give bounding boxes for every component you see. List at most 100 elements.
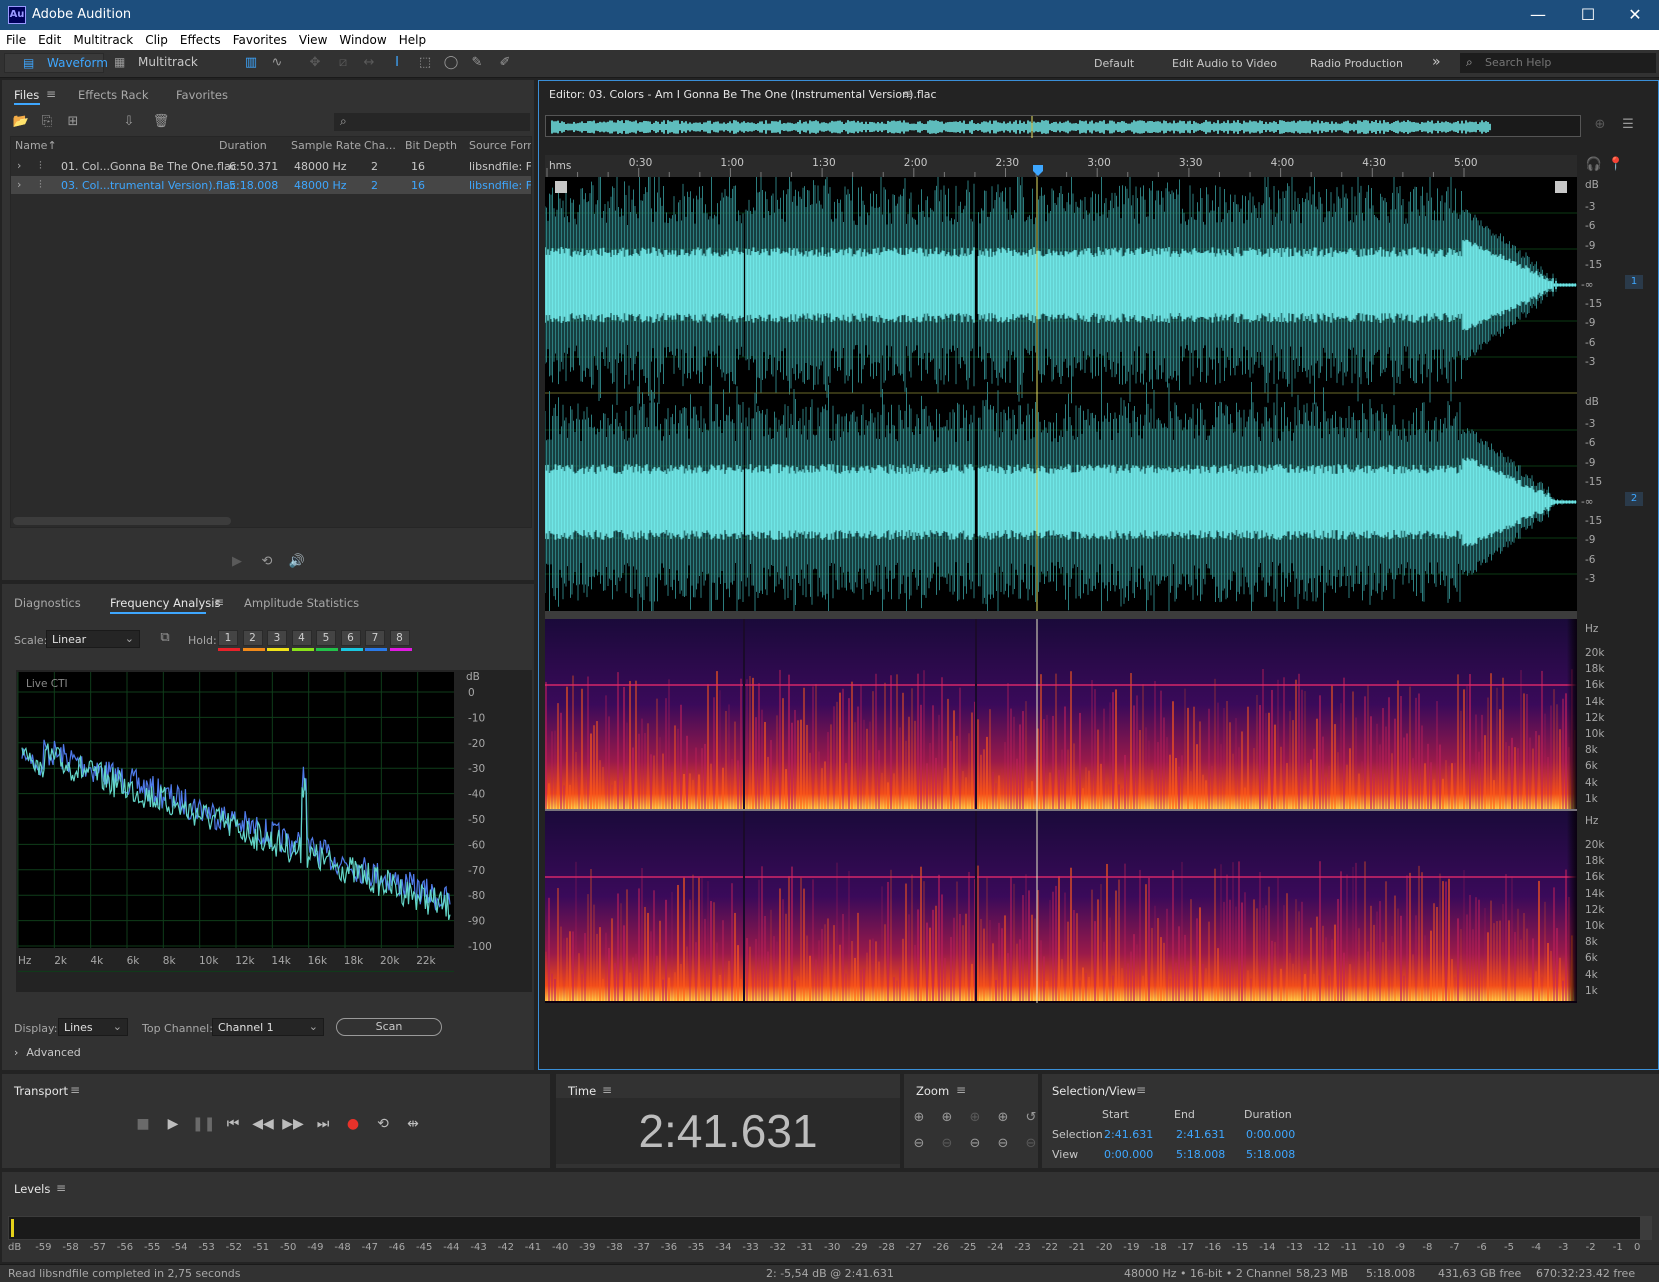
open-file-icon[interactable]: 📂 [12, 114, 30, 130]
pause-button[interactable]: ❚❚ [192, 1114, 215, 1134]
marquee-tool-icon[interactable]: ⬚ [416, 55, 434, 71]
zoom-out-icon[interactable]: ⊖ [938, 1136, 956, 1152]
menu-clip[interactable]: Clip [139, 30, 174, 47]
fast-forward-button[interactable]: ▶▶ [282, 1114, 304, 1134]
column-duration[interactable]: Duration [219, 139, 267, 152]
menu-edit[interactable]: Edit [32, 30, 67, 47]
menu-multitrack[interactable]: Multitrack [67, 30, 139, 47]
razor-tool-icon[interactable]: ⧄ [334, 55, 352, 71]
hold-button-1[interactable]: 1 [218, 630, 238, 646]
view-duration[interactable]: 5:18.008 [1246, 1148, 1295, 1161]
spectral-display-icon[interactable]: ▥ [242, 55, 260, 71]
stop-button[interactable]: ■ [132, 1114, 154, 1134]
zoom-in-icon[interactable]: ⊕ [938, 1110, 956, 1126]
top-channel-dropdown[interactable]: Channel 1 ⌄ [212, 1018, 324, 1036]
headphones-icon[interactable]: 🎧 [1585, 157, 1603, 173]
play-button[interactable]: ▶ [162, 1114, 184, 1134]
zoom-out-point-icon[interactable]: ⊖ [1022, 1136, 1040, 1152]
panel-menu-icon[interactable]: ≡ [70, 1083, 80, 1097]
loop-preview-icon[interactable]: ⟲ [258, 554, 276, 570]
expand-chevron-icon[interactable]: › [17, 159, 21, 172]
workspace-edit-audio-to-video[interactable]: Edit Audio to Video [1172, 57, 1277, 70]
more-workspaces-button[interactable]: » [1432, 54, 1441, 70]
delete-icon[interactable]: 🗑 [152, 114, 170, 130]
column-sample-rate[interactable]: Sample Rate [291, 139, 361, 152]
brush-tool-icon[interactable]: ✎ [468, 55, 486, 71]
panel-menu-icon[interactable]: ≡ [46, 87, 56, 101]
waveform-view-button[interactable]: ▤ Waveform [4, 53, 108, 73]
zoom-out-amplitude-icon[interactable]: ⊖ [910, 1136, 928, 1152]
workspace-default[interactable]: Default [1094, 57, 1134, 70]
selection-end[interactable]: 2:41.631 [1176, 1128, 1225, 1141]
expand-chevron-icon[interactable]: › [17, 178, 21, 191]
tab-favorites[interactable]: Favorites [176, 88, 228, 102]
zoom-selection-icon[interactable]: ⊕ [994, 1110, 1012, 1126]
selection-start[interactable]: 2:41.631 [1104, 1128, 1153, 1141]
zoom-out-full-icon[interactable]: ⊖ [966, 1136, 984, 1152]
tab-amplitude-statistics[interactable]: Amplitude Statistics [244, 596, 359, 610]
tab-files[interactable]: Files [14, 88, 39, 102]
view-start[interactable]: 0:00.000 [1104, 1148, 1153, 1161]
search-help-input[interactable] [1480, 54, 1650, 70]
spot-healing-tool-icon[interactable]: ✐ [496, 55, 514, 71]
panel-options-icon[interactable]: ☰ [1619, 117, 1637, 133]
go-to-end-button[interactable]: ⏭ [312, 1114, 334, 1134]
multitrack-view-button[interactable]: ▦ Multitrack [110, 53, 206, 73]
tab-effects-rack[interactable]: Effects Rack [78, 88, 149, 102]
column-source-format[interactable]: Source Form... [469, 139, 531, 152]
time-ruler[interactable]: hms 0:30 1:00 1:30 2:00 2:30 3:00 3:30 4:00 4:30 5… [545, 155, 1577, 177]
play-preview-icon[interactable]: ▶ [228, 554, 246, 570]
hold-button-5[interactable]: 5 [316, 630, 336, 646]
advanced-toggle[interactable]: › Advanced [14, 1046, 81, 1059]
fade-in-handle-icon[interactable] [555, 181, 567, 193]
column-bit-depth[interactable]: Bit Depth [405, 139, 457, 152]
zoom-to-selection-icon[interactable]: ⊕ [1591, 117, 1609, 133]
search-help-box[interactable]: ⌕ [1460, 53, 1656, 73]
channel-badge[interactable]: 2 [1625, 492, 1643, 506]
move-tool-icon[interactable]: ✥ [306, 55, 324, 71]
display-dropdown[interactable]: Lines ⌄ [58, 1018, 128, 1036]
minimize-button[interactable]: — [1518, 4, 1558, 26]
panel-menu-icon[interactable]: ≡ [1136, 1083, 1146, 1097]
insert-into-multitrack-icon[interactable]: ⇩ [120, 114, 138, 130]
import-icon[interactable]: ⎘ [38, 114, 56, 130]
panel-menu-icon[interactable]: ≡ [56, 1181, 66, 1195]
zoom-to-fit-icon[interactable]: ⊖ [994, 1136, 1012, 1152]
view-end[interactable]: 5:18.008 [1176, 1148, 1225, 1161]
panel-menu-icon[interactable]: ≡ [214, 595, 224, 609]
menu-effects[interactable]: Effects [174, 30, 227, 47]
spectral-display[interactable] [545, 619, 1577, 1003]
menu-view[interactable]: View [293, 30, 333, 47]
spectral-pitch-icon[interactable]: ∿ [268, 55, 286, 71]
file-row[interactable]: › ⫶ 01. Col...Gonna Be The One.flac 6:50… [11, 157, 531, 175]
panel-menu-icon[interactable]: ≡ [956, 1083, 966, 1097]
hold-button-4[interactable]: 4 [291, 630, 312, 646]
menu-file[interactable]: File [0, 30, 32, 47]
zoom-in-amplitude-icon[interactable]: ⊕ [910, 1110, 928, 1126]
clip-indicator[interactable] [1640, 1216, 1652, 1240]
skip-selection-button[interactable]: ⇹ [402, 1114, 424, 1134]
loop-playback-button[interactable]: ⟲ [372, 1114, 394, 1134]
workspace-radio-production[interactable]: Radio Production [1310, 57, 1403, 70]
file-row-selected[interactable]: › ⫶ 03. Col...trumental Version).flac 5:… [11, 176, 531, 194]
files-search-field[interactable]: ⌕ [334, 113, 530, 131]
pin-icon[interactable]: 📍 [1607, 157, 1625, 173]
lasso-tool-icon[interactable]: ◯ [442, 55, 460, 71]
selection-duration[interactable]: 0:00.000 [1246, 1128, 1295, 1141]
menu-help[interactable]: Help [393, 30, 432, 47]
record-button[interactable]: ● [342, 1114, 364, 1134]
maximize-button[interactable]: ☐ [1568, 4, 1608, 26]
menu-window[interactable]: Window [333, 30, 392, 47]
copy-to-clipboard-icon[interactable]: ⧉ [156, 630, 174, 646]
tab-frequency-analysis[interactable]: Frequency Analysis [110, 596, 220, 610]
column-channels[interactable]: Cha... [364, 139, 396, 152]
column-name[interactable]: Name↑ [15, 139, 57, 152]
new-file-icon[interactable]: ⊞ [64, 114, 82, 130]
tab-diagnostics[interactable]: Diagnostics [14, 596, 81, 610]
panel-menu-icon[interactable]: ≡ [602, 1083, 612, 1097]
waveform-display[interactable] [545, 177, 1577, 611]
rewind-button[interactable]: ◀◀ [252, 1114, 274, 1134]
zoom-in-point-icon[interactable]: ⊕ [966, 1110, 984, 1126]
panel-menu-icon[interactable]: ≡ [903, 87, 913, 101]
scale-dropdown[interactable]: Linear ⌄ [46, 630, 140, 648]
